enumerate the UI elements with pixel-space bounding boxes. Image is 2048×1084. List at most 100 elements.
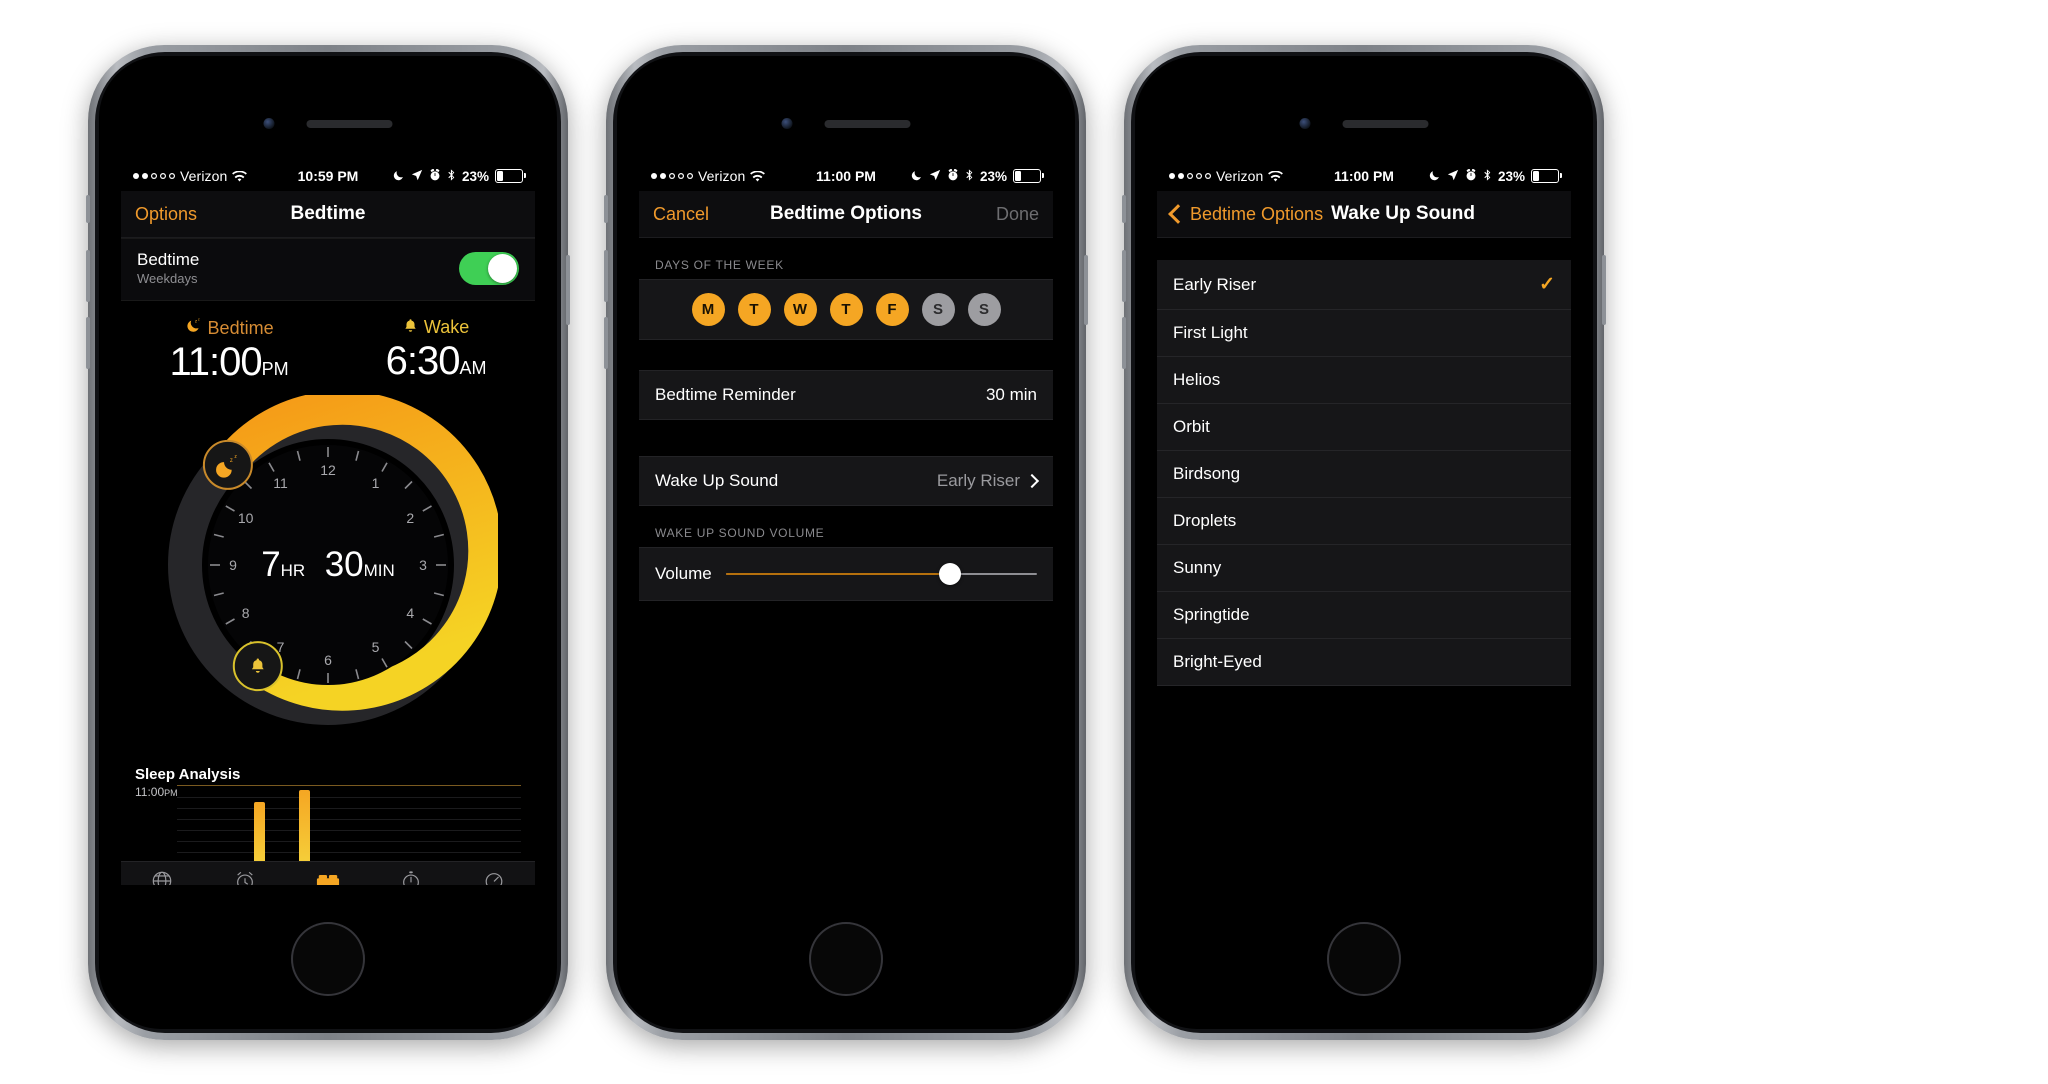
bedtime-toggle-switch[interactable] <box>459 252 519 285</box>
volume-up-button[interactable] <box>86 250 90 302</box>
bedtime-time-block[interactable]: zz Bedtime 11:00PM <box>170 317 289 385</box>
bedtime-label: Bedtime <box>207 317 274 338</box>
sound-row-droplets[interactable]: Droplets <box>1157 498 1571 545</box>
moon-do-not-disturb-icon <box>1429 169 1441 184</box>
cancel-button[interactable]: Cancel <box>653 204 709 225</box>
page-title: Wake Up Sound <box>1331 203 1475 224</box>
tab-bar: World Clock Alarm Bedtime <box>121 861 535 885</box>
location-arrow-icon <box>1447 169 1459 184</box>
alarm-clock-icon <box>947 168 959 184</box>
phone-device-1: Verizon 10:59 PM 23% Options Bedtime Bed… <box>86 45 570 1040</box>
sound-row-helios[interactable]: Helios <box>1157 357 1571 404</box>
bedtime-dial[interactable]: z z 7HR 30MIN 12 1 2 3 4 5 6 7 8 9 10 11 <box>158 395 498 735</box>
sound-row-early-riser[interactable]: Early Riser ✓ <box>1157 260 1571 310</box>
stopwatch-icon <box>400 870 422 885</box>
tab-stopwatch[interactable]: Stopwatch <box>369 862 452 885</box>
dial-hour-11: 11 <box>273 474 288 491</box>
bedtime-row-subtitle: Weekdays <box>137 271 198 286</box>
silent-switch[interactable] <box>604 195 608 223</box>
wake-up-sound-label: Wake Up Sound <box>655 471 779 490</box>
wifi-icon <box>750 170 766 182</box>
sleep-analysis-graph <box>177 785 521 864</box>
checkmark-icon: ✓ <box>1539 274 1555 295</box>
day-toggle-sunday[interactable]: S <box>967 293 1001 326</box>
slider-thumb[interactable] <box>938 563 961 585</box>
bluetooth-icon <box>965 168 974 184</box>
sound-row-birdsong[interactable]: Birdsong <box>1157 451 1571 498</box>
power-button[interactable] <box>1084 255 1088 325</box>
sound-name: First Light <box>1173 323 1248 342</box>
sound-row-springtide[interactable]: Springtide <box>1157 592 1571 639</box>
tab-world-clock[interactable]: World Clock <box>121 862 204 885</box>
silent-switch[interactable] <box>86 195 90 223</box>
home-button[interactable] <box>291 922 365 996</box>
bedtime-handle[interactable] <box>202 439 253 490</box>
volume-down-button[interactable] <box>1122 317 1126 369</box>
back-button-label: Bedtime Options <box>1190 203 1324 224</box>
sound-name: Sunny <box>1173 558 1222 577</box>
bedtime-reminder-row[interactable]: Bedtime Reminder 30 min <box>639 370 1053 420</box>
volume-row: Volume <box>639 547 1053 601</box>
alarm-clock-icon <box>1465 168 1477 184</box>
wifi-icon <box>232 170 248 182</box>
dial-hour-12: 12 <box>320 462 336 478</box>
volume-slider[interactable] <box>725 563 1037 585</box>
day-toggle-saturday[interactable]: S <box>921 293 955 326</box>
bluetooth-icon <box>447 168 456 184</box>
dial-hour-7: 7 <box>276 639 285 656</box>
day-toggle-tuesday[interactable]: T <box>737 293 771 326</box>
options-button[interactable]: Options <box>135 204 197 225</box>
location-arrow-icon <box>929 169 941 184</box>
front-camera-assembly <box>263 118 393 129</box>
silent-switch[interactable] <box>1122 195 1126 223</box>
phone2-nav-bar: Cancel Bedtime Options Done <box>639 191 1053 238</box>
volume-up-button[interactable] <box>1122 250 1126 302</box>
home-button[interactable] <box>809 922 883 996</box>
svg-text:z: z <box>230 458 233 464</box>
wifi-icon <box>1268 170 1284 182</box>
status-bar: Verizon 10:59 PM 23% <box>121 161 535 191</box>
sound-name: Early Riser <box>1173 274 1257 294</box>
carrier-label: Verizon <box>1216 168 1264 184</box>
done-button[interactable]: Done <box>996 204 1039 225</box>
sound-row-bright-eyed[interactable]: Bright-Eyed <box>1157 639 1571 686</box>
sleep-duration: 7HR 30MIN <box>261 545 395 584</box>
tab-timer[interactable]: Timer <box>452 862 535 885</box>
day-toggle-monday[interactable]: M <box>691 293 725 326</box>
sleep-bar <box>254 802 265 864</box>
volume-down-button[interactable] <box>86 317 90 369</box>
wake-time-block[interactable]: Wake 6:30AM <box>386 317 487 385</box>
earpiece-speaker-icon <box>1342 119 1429 128</box>
day-toggle-wednesday[interactable]: W <box>783 293 817 326</box>
wake-value: 6:30AM <box>385 339 487 383</box>
power-button[interactable] <box>566 255 570 325</box>
dial-hour-4: 4 <box>406 604 415 621</box>
bedtime-toggle-row[interactable]: Bedtime Weekdays <box>121 238 535 301</box>
phone1-nav-bar: Options Bedtime <box>121 191 535 238</box>
sound-row-first-light[interactable]: First Light <box>1157 310 1571 357</box>
tab-bedtime[interactable]: Bedtime <box>287 862 370 885</box>
phone-device-2: Verizon 11:00 PM 23% Cancel Bedtime Opti… <box>604 45 1088 1040</box>
day-toggle-thursday[interactable]: T <box>829 293 863 326</box>
home-button[interactable] <box>1327 922 1401 996</box>
alarm-clock-icon <box>429 168 441 184</box>
sound-row-orbit[interactable]: Orbit <box>1157 404 1571 451</box>
volume-up-button[interactable] <box>604 250 608 302</box>
status-bar: Verizon 11:00 PM 23% <box>639 161 1053 191</box>
sound-row-sunny[interactable]: Sunny <box>1157 545 1571 592</box>
back-button[interactable]: Bedtime Options <box>1168 203 1324 225</box>
power-button[interactable] <box>1602 255 1606 325</box>
screenshot-stage: Verizon 10:59 PM 23% Options Bedtime Bed… <box>0 0 2048 1084</box>
bell-icon <box>403 317 418 338</box>
tab-alarm[interactable]: Alarm <box>204 862 287 885</box>
day-toggle-friday[interactable]: F <box>875 293 909 326</box>
battery-icon <box>1531 169 1562 183</box>
slider-fill <box>725 572 950 576</box>
wake-up-sound-row[interactable]: Wake Up Sound Early Riser <box>639 456 1053 506</box>
sound-name: Droplets <box>1173 511 1237 530</box>
volume-down-button[interactable] <box>604 317 608 369</box>
earpiece-speaker-icon <box>306 119 393 128</box>
sleep-analysis-title: Sleep Analysis <box>135 766 241 783</box>
phone2-screen: Verizon 11:00 PM 23% Cancel Bedtime Opti… <box>639 161 1053 885</box>
carrier-label: Verizon <box>698 168 746 184</box>
